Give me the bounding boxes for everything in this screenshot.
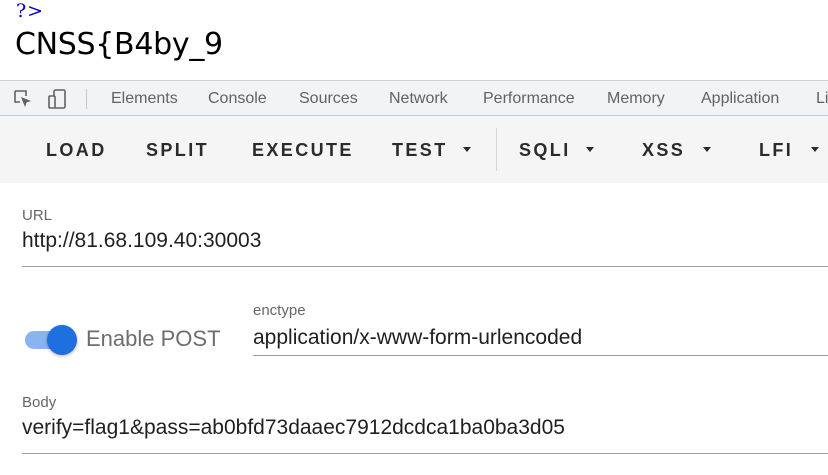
tab-sources[interactable]: Sources — [299, 90, 358, 108]
url-label: URL — [22, 207, 53, 224]
chevron-down-icon — [586, 147, 594, 152]
toolbar-divider — [496, 128, 497, 171]
enable-post-label: Enable POST — [86, 326, 221, 351]
hackbar-toolbar: LOAD SPLIT EXECUTE TEST SQLI XSS LFI — [0, 116, 828, 183]
tab-application[interactable]: Application — [701, 90, 779, 108]
body-label: Body — [22, 394, 57, 411]
tab-lighthouse-truncated[interactable]: Li — [816, 90, 828, 108]
xss-dropdown-button[interactable]: XSS — [642, 140, 685, 161]
enctype-underline — [253, 355, 828, 356]
execute-button[interactable]: EXECUTE — [252, 140, 354, 161]
chevron-down-icon — [811, 147, 819, 152]
chevron-down-icon — [463, 147, 471, 152]
devtools-separator — [86, 89, 87, 109]
test-dropdown-button[interactable]: TEST — [392, 140, 448, 161]
lfi-dropdown-button[interactable]: LFI — [759, 140, 793, 161]
sqli-dropdown-button[interactable]: SQLI — [519, 140, 571, 161]
enable-post-toggle-thumb[interactable] — [47, 325, 77, 355]
body-input[interactable]: verify=flag1&pass=ab0bfd73daaec7912dcdca… — [22, 416, 565, 440]
tab-console[interactable]: Console — [208, 90, 267, 108]
flag-text: CNSS{B4by_9 — [15, 27, 223, 62]
tab-elements[interactable]: Elements — [111, 90, 178, 108]
enctype-select[interactable]: application/x-www-form-urlencoded — [253, 326, 582, 350]
split-button[interactable]: SPLIT — [146, 140, 209, 161]
page-content: ?> CNSS{B4by_9 — [0, 0, 828, 80]
load-button[interactable]: LOAD — [46, 140, 107, 161]
php-close-tag: ?> — [16, 0, 45, 22]
url-underline — [22, 266, 828, 267]
device-toolbar-icon[interactable] — [47, 88, 69, 110]
body-underline — [22, 453, 828, 454]
tab-memory[interactable]: Memory — [607, 90, 665, 108]
enctype-label: enctype — [253, 302, 306, 319]
inspect-element-icon[interactable] — [12, 88, 34, 110]
tab-network[interactable]: Network — [389, 90, 448, 108]
devtools-tab-bar: Elements Console Sources Network Perform… — [0, 80, 828, 116]
tab-performance[interactable]: Performance — [483, 90, 575, 108]
chevron-down-icon — [703, 147, 711, 152]
url-input[interactable]: http://81.68.109.40:30003 — [22, 229, 261, 253]
